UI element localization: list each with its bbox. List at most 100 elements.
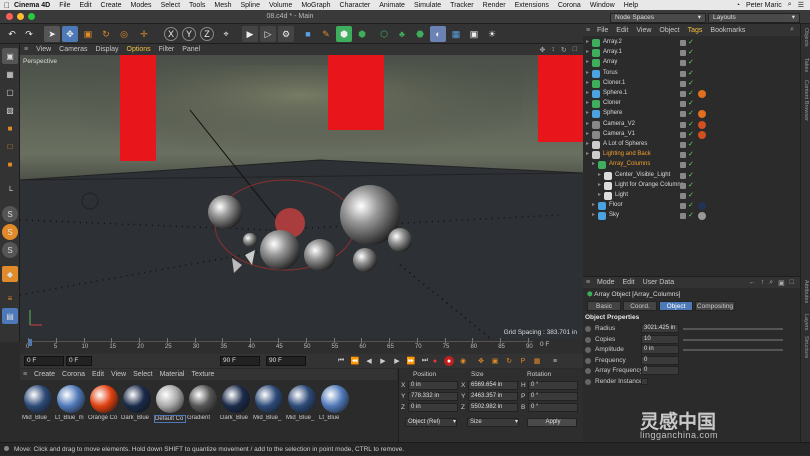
key-scale-icon[interactable]: ▣ [490, 356, 500, 366]
enabled-check-icon[interactable]: ✓ [688, 181, 694, 189]
mac-menu-corona[interactable]: Corona [558, 2, 581, 9]
attribute-menu-mode[interactable]: Mode [597, 279, 615, 286]
viewport-menu-filter[interactable]: Filter [159, 46, 175, 53]
mac-menu-simulate[interactable]: Simulate [414, 2, 441, 9]
redo-icon[interactable]: ↷ [21, 26, 37, 42]
checker-icon[interactable]: ▦ [2, 66, 18, 82]
layouts-dropdown[interactable]: Layouts ▾ [708, 13, 800, 23]
mac-menu-create[interactable]: Create [101, 2, 122, 9]
attribute-value-field[interactable]: 0 [641, 366, 679, 375]
red-column[interactable] [538, 55, 583, 142]
animate-dot-icon[interactable] [585, 326, 591, 332]
material-swatch[interactable]: Orange Co [88, 383, 120, 427]
size-field[interactable]: 5502.982 in [468, 403, 518, 412]
transform-tool-icon[interactable]: ✛ [136, 26, 152, 42]
object-row[interactable]: ▸ Array.2 ✓ [583, 38, 800, 48]
object-row[interactable]: ▸ Camera_V2 ✓ [583, 120, 800, 130]
mac-menu-render[interactable]: Render [483, 2, 506, 9]
search-icon[interactable]: ⌕ [788, 1, 792, 9]
attribute-menu-user-data[interactable]: User Data [643, 279, 675, 286]
material-swatch[interactable]: Dark_Blue [121, 383, 153, 427]
back-arrow-icon[interactable]: ← [749, 279, 756, 287]
viewport-menu-display[interactable]: Display [96, 46, 119, 53]
size-field[interactable]: 2463.357 in [468, 392, 518, 401]
render-instances-checkbox[interactable] [641, 377, 648, 385]
attribute-slider[interactable] [683, 338, 783, 341]
tab-compositing[interactable]: Compositing [695, 301, 735, 311]
material-tag-icon[interactable] [698, 212, 706, 221]
expand-icon[interactable]: ▸ [592, 211, 595, 218]
new-panel-icon[interactable]: □ [790, 279, 794, 287]
material-swatch[interactable]: Dark_Blue [220, 383, 252, 427]
enabled-check-icon[interactable]: ✓ [688, 109, 694, 117]
object-row[interactable]: ▸ Sphere.1 ✓ [583, 89, 800, 99]
attribute-slider[interactable] [683, 328, 783, 330]
attribute-menu-icon[interactable]: ≡ [586, 279, 590, 286]
previous-frame-icon[interactable]: ◀ [364, 356, 374, 366]
expand-icon[interactable]: ▸ [586, 79, 589, 86]
object-menu-file[interactable]: File [597, 27, 608, 34]
user-name[interactable]: Peter Maric [746, 2, 782, 9]
size-field[interactable]: 6569.654 in [468, 381, 518, 390]
snap-settings-icon[interactable]: S [2, 224, 18, 240]
mac-menu-window[interactable]: Window [590, 2, 615, 9]
render-picture-viewer-icon[interactable]: ▷ [260, 26, 276, 42]
mac-menu-mesh[interactable]: Mesh [214, 2, 231, 9]
visibility-dots-icon[interactable] [680, 182, 686, 189]
plane-icon[interactable]: ▤ [2, 308, 18, 324]
layer-icon[interactable]: ≡ [2, 290, 18, 306]
enabled-check-icon[interactable]: ✓ [688, 130, 694, 138]
autokey-icon[interactable]: ● [444, 356, 454, 366]
material-swatch[interactable]: Mid_Blue_ [286, 383, 318, 427]
object-menu-tags[interactable]: Tags [688, 27, 703, 34]
object-row[interactable]: ▸ Floor ✓ [583, 201, 800, 211]
rotation-field[interactable]: 0 ° [528, 403, 578, 412]
animate-dot-icon[interactable] [585, 357, 591, 364]
field-icon[interactable]: ◐ [430, 26, 446, 42]
render-settings-icon[interactable]: ⚙ [278, 26, 294, 42]
expand-icon[interactable]: ▸ [586, 150, 589, 157]
quantize-icon[interactable]: S [2, 242, 18, 258]
expand-icon[interactable]: ▸ [586, 130, 589, 137]
next-key-icon[interactable]: ⏩ [406, 356, 416, 366]
mac-menu-spline[interactable]: Spline [241, 2, 260, 9]
floor-object-icon[interactable]: ▦ [448, 26, 464, 42]
material-menu-view[interactable]: View [111, 371, 126, 378]
tab-content-browser[interactable]: Content Browser [803, 80, 809, 121]
expand-icon[interactable]: ▸ [586, 120, 589, 127]
viewport-menu-panel[interactable]: Panel [182, 46, 200, 53]
visibility-dots-icon[interactable] [680, 70, 686, 77]
z-axis-lock-icon[interactable]: Z [200, 27, 214, 41]
enabled-check-icon[interactable]: ✓ [688, 79, 694, 87]
expand-icon[interactable]: ▸ [598, 181, 601, 188]
coordinate-system-icon[interactable]: ⌖ [218, 26, 234, 42]
expand-icon[interactable]: ▸ [592, 201, 595, 208]
position-field[interactable]: 0 in [408, 381, 458, 390]
red-column[interactable] [328, 55, 384, 130]
camera-object-icon[interactable]: ▣ [466, 26, 482, 42]
visibility-dots-icon[interactable] [680, 91, 686, 97]
material-tag-icon[interactable] [698, 130, 706, 139]
polygons-mode-icon[interactable]: ■ [2, 156, 18, 172]
key-parameter-icon[interactable]: P [518, 356, 528, 366]
workplane-icon[interactable]: ▧ [2, 102, 18, 118]
enabled-check-icon[interactable]: ✓ [688, 191, 694, 199]
app-name[interactable]: Cinema 4D [14, 2, 50, 9]
tab-object[interactable]: Object [659, 301, 693, 311]
wifi-icon[interactable]: ◔ [736, 2, 740, 9]
attribute-value-field[interactable]: 0 [641, 355, 679, 365]
material-tag-icon[interactable] [698, 120, 706, 129]
size-mode-dropdown[interactable]: Size ▾ [467, 418, 519, 427]
render-view-icon[interactable]: ▶ [242, 26, 258, 42]
material-swatch[interactable]: Lt_Blue_m [55, 383, 87, 427]
visibility-dots-icon[interactable] [680, 111, 686, 118]
material-tag-icon[interactable] [698, 110, 706, 119]
axis-mode-icon[interactable]: └ [2, 182, 18, 198]
object-menu-edit[interactable]: Edit [616, 27, 628, 34]
expand-icon[interactable]: ▸ [598, 191, 601, 198]
material-menu-corona[interactable]: Corona [62, 371, 85, 378]
key-pla-icon[interactable]: ▦ [532, 356, 542, 366]
pan-icon[interactable]: ✥ [540, 46, 546, 54]
material-swatch[interactable]: Mid_Blue_ [253, 383, 285, 427]
mac-menu-file[interactable]: File [59, 2, 70, 9]
